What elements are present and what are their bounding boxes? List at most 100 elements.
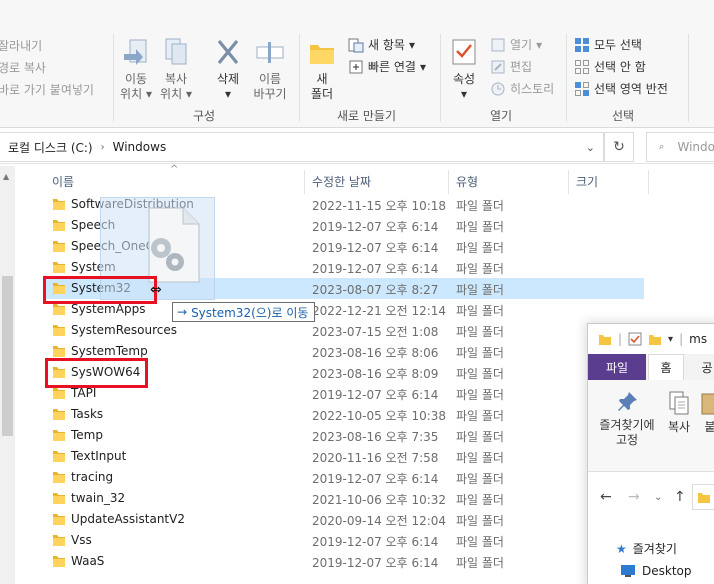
table-row[interactable]: tracing 2019-12-07 오후 6:14 파일 폴더 (44, 467, 644, 488)
table-row[interactable]: Vss 2019-12-07 오후 6:14 파일 폴더 (44, 530, 644, 551)
properties-button[interactable]: 속성 ▾ (446, 38, 482, 102)
properties-dropdown-icon[interactable]: ▾ (446, 87, 482, 102)
pin-quick-access-button[interactable]: 즐겨찾기에 고정 (594, 390, 660, 448)
column-divider[interactable] (448, 170, 449, 194)
file-type: 파일 폴더 (456, 430, 504, 444)
column-header-name[interactable]: 이름 (52, 166, 74, 196)
second-window-titlebar[interactable]: | ▾ | ms (588, 324, 714, 354)
file-date: 2022-10-05 오후 10:38 (312, 409, 447, 423)
cut-button[interactable]: 잘라내기 (0, 37, 42, 54)
quick-access-dropdown-icon[interactable]: ▾ (668, 334, 673, 345)
easy-access-button[interactable]: 빠른 연결 ▾ (348, 58, 426, 75)
file-date: 2023-08-16 오후 8:09 (312, 367, 439, 381)
table-row[interactable]: WaaS 2019-12-07 오후 6:14 파일 폴더 (44, 551, 644, 572)
open-label: 열기 (510, 38, 533, 52)
column-header-date[interactable]: 수정한 날짜 (312, 166, 371, 196)
address-box[interactable]: 로컬 디스크 (C:) › Windows ⌄ (0, 132, 604, 162)
copy-path-button[interactable]: 경로 복사 (0, 59, 46, 76)
file-date: 2019-12-07 오후 6:14 (312, 220, 439, 234)
breadcrumb-drive[interactable]: 로컬 디스크 (C:) (8, 139, 93, 156)
breadcrumb-separator-icon[interactable]: › (101, 142, 105, 153)
vertical-scrollbar[interactable]: ▲ (0, 166, 15, 584)
second-address-box[interactable] (692, 484, 714, 510)
table-row[interactable]: Tasks 2022-10-05 오후 10:38 파일 폴더 (44, 404, 644, 425)
breadcrumb-folder[interactable]: Windows (113, 140, 167, 154)
new-folder-icon[interactable] (648, 332, 662, 346)
properties-icon[interactable] (628, 332, 642, 346)
select-all-button[interactable]: 모두 선택 (574, 36, 642, 53)
rename-button[interactable]: 이름 바꾸기 (250, 36, 290, 102)
select-group-label: 선택 (612, 109, 635, 123)
invert-selection-button[interactable]: 선택 영역 반전 (574, 80, 668, 97)
select-all-label: 모두 선택 (594, 38, 642, 52)
select-none-label: 선택 안 함 (594, 60, 646, 74)
select-none-button[interactable]: 선택 안 함 (574, 58, 646, 75)
address-dropdown-icon[interactable]: ⌄ (586, 141, 595, 154)
properties-icon (452, 39, 476, 65)
tab-share[interactable]: 공 (692, 354, 714, 380)
forward-icon[interactable]: → (628, 489, 640, 505)
folder-icon (53, 199, 65, 210)
file-date: 2022-12-21 오전 12:14 (312, 304, 447, 318)
copy-button[interactable]: 복사 (664, 390, 694, 435)
copy-to-icon (165, 38, 187, 65)
second-window-title: ms (689, 332, 708, 346)
search-input[interactable]: Windo (646, 132, 714, 162)
file-name: TAPI (71, 386, 97, 400)
edit-button[interactable]: 편집 (490, 58, 532, 75)
folder-icon (53, 388, 65, 399)
column-header-type[interactable]: 유형 (456, 166, 478, 196)
move-to-button[interactable]: 이동 위치 ▾ (118, 36, 154, 102)
folder-icon (53, 241, 65, 252)
delete-dropdown-icon[interactable]: ▾ (210, 87, 246, 102)
open-button[interactable]: 열기 ▾ (490, 36, 542, 53)
recent-dropdown-icon[interactable]: ⌄ (654, 492, 662, 503)
highlight-syswow64 (45, 358, 148, 388)
back-icon[interactable]: ← (600, 489, 612, 505)
table-row[interactable]: SystemResources 2023-07-15 오전 1:08 파일 폴더 (44, 320, 644, 341)
up-icon[interactable]: ↑ (674, 489, 686, 505)
file-type: 파일 폴더 (456, 262, 504, 276)
tree-desktop[interactable]: Desktop (620, 564, 692, 578)
delete-icon (217, 39, 239, 65)
column-divider[interactable] (304, 170, 305, 194)
column-header-size[interactable]: 크기 (576, 166, 598, 196)
new-item-button[interactable]: 새 항목 ▾ (348, 36, 415, 53)
delete-button[interactable]: 삭제 ▾ (210, 36, 246, 102)
history-button[interactable]: 히스토리 (490, 80, 554, 97)
copy-to-button[interactable]: 복사 위치 ▾ (158, 36, 194, 102)
easy-access-icon (349, 60, 363, 73)
table-row[interactable]: Temp 2023-08-16 오후 7:35 파일 폴더 (44, 425, 644, 446)
file-name: SystemApps (71, 302, 146, 316)
paste-button[interactable]: 붙 (700, 390, 714, 435)
paste-shortcut-button[interactable]: 바로 가기 붙여넣기 (0, 81, 94, 98)
table-row[interactable]: UpdateAssistantV2 2020-09-14 오전 12:04 파일 폴… (44, 509, 644, 530)
scrollbar-thumb[interactable] (2, 276, 13, 436)
tab-home[interactable]: 홈 (648, 354, 684, 380)
folder-icon (53, 535, 65, 546)
table-row[interactable]: twain_32 2021-10-06 오후 10:32 파일 폴더 (44, 488, 644, 509)
file-type: 파일 폴더 (456, 367, 504, 381)
column-divider[interactable] (568, 170, 569, 194)
file-date: 2023-08-07 오후 8:27 (312, 283, 439, 297)
file-date: 2022-11-15 오후 10:18 (312, 199, 447, 213)
refresh-button[interactable]: ↻ (604, 132, 634, 162)
new-group-label: 새로 만들기 (337, 109, 397, 123)
new-folder-button[interactable]: 새 폴더 (304, 38, 340, 102)
copy-to-label2: 위치 ▾ (160, 87, 192, 101)
file-type: 파일 폴더 (456, 535, 504, 549)
move-to-icon (124, 39, 147, 65)
system-file-icon (148, 207, 200, 283)
tree-quick-access[interactable]: ★ 즐겨찾기 (616, 540, 677, 557)
column-divider[interactable] (648, 170, 649, 194)
edit-icon (491, 60, 505, 73)
scroll-up-icon[interactable]: ▲ (3, 172, 9, 181)
file-date: 2019-12-07 오후 6:14 (312, 262, 439, 276)
folder-icon (53, 220, 65, 231)
invert-selection-icon (575, 81, 589, 96)
file-name: TextInput (71, 449, 127, 463)
file-type: 파일 폴더 (456, 388, 504, 402)
second-explorer-window[interactable]: | ▾ | ms 파일 홈 공 즐겨찾기에 고정 복사 붙 ← → ⌄ ↑ (587, 323, 714, 584)
tab-file[interactable]: 파일 (588, 354, 646, 380)
table-row[interactable]: TextInput 2020-11-16 오전 7:58 파일 폴더 (44, 446, 644, 467)
